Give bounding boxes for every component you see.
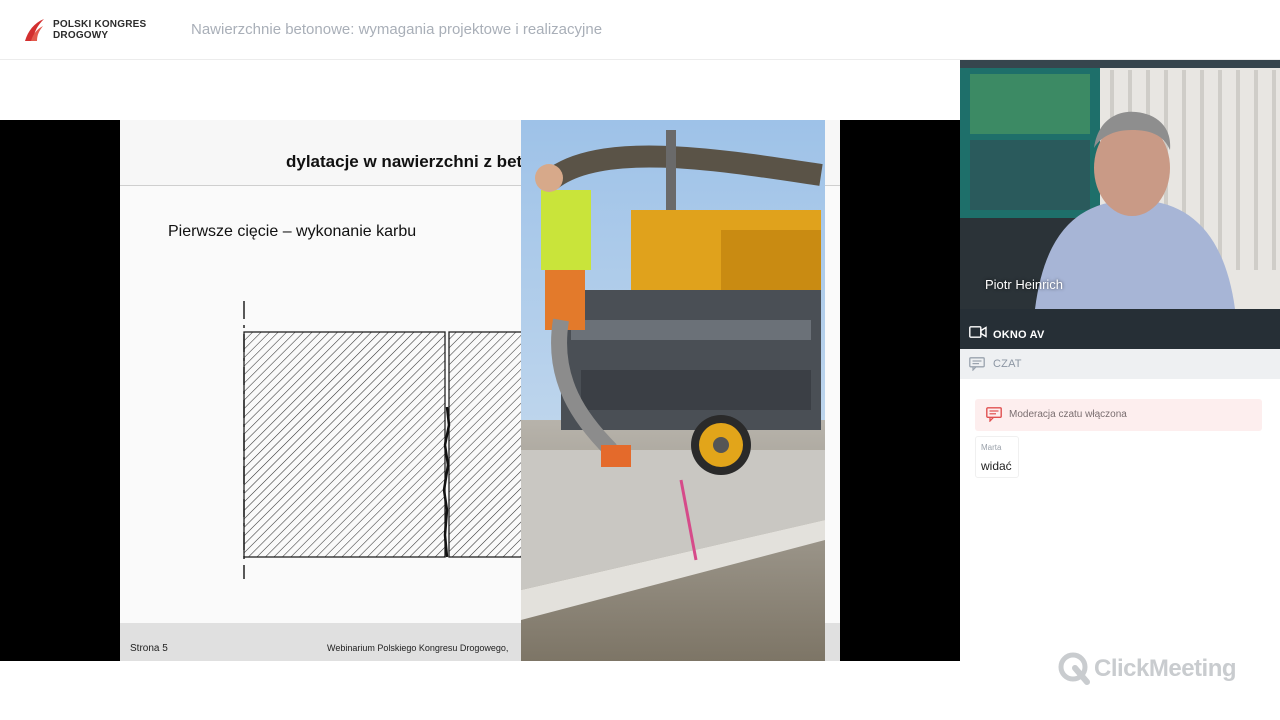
presentation-slide: dylatacje w nawierzchni z beto Pierwsze … xyxy=(120,120,840,661)
logo-line-2: DROGOWY xyxy=(53,30,109,41)
video-camera-icon xyxy=(969,326,987,338)
clickmeeting-wordmark: ClickMeeting xyxy=(1094,655,1237,682)
clickmeeting-branding: ClickMeeting xyxy=(1057,652,1257,686)
logo-text: POLSKI KONGRES DROGOWY xyxy=(53,19,146,41)
presentation-stage: dylatacje w nawierzchni z beto Pierwsze … xyxy=(0,120,960,661)
clickmeeting-logo-icon xyxy=(1058,652,1090,685)
page-title: Nawierzchnie betonowe: wymagania projekt… xyxy=(191,21,603,38)
chat-icon xyxy=(969,357,985,371)
moderation-banner: Moderacja czatu włączona xyxy=(975,399,1262,431)
slide-footer-org: Webinarium Polskiego Kongresu Drogowego, xyxy=(327,643,509,653)
pkd-logo-icon xyxy=(25,19,44,41)
joint-cut-diagram xyxy=(243,301,530,579)
chat-moderation-icon xyxy=(986,407,1002,422)
brand-logo[interactable]: POLSKI KONGRES DROGOWY xyxy=(22,16,152,46)
presenter-video-frame xyxy=(960,60,1280,309)
top-header: POLSKI KONGRES DROGOWY Nawierzchnie beto… xyxy=(0,0,1280,60)
chat-message: Marta widać xyxy=(975,436,1019,478)
side-panel: Piotr Heinrich OKNO AV CZAT Moderacja cz… xyxy=(960,60,1280,720)
logo-line-1: POLSKI KONGRES xyxy=(53,19,147,30)
slide-page-number: Strona 5 xyxy=(130,643,168,654)
slide-title: dylatacje w nawierzchni z beto xyxy=(286,152,533,171)
av-window-tab[interactable]: OKNO AV xyxy=(960,309,1280,349)
presenter-name: Piotr Heinrich xyxy=(985,277,1064,292)
cutting-machine-photo xyxy=(521,120,825,661)
moderation-notice: Moderacja czatu włączona xyxy=(1009,409,1127,420)
chat-tab[interactable]: CZAT xyxy=(960,349,1280,379)
slide-subtitle: Pierwsze cięcie – wykonanie karbu xyxy=(168,223,417,240)
av-window-label: OKNO AV xyxy=(993,329,1045,341)
presenter-video[interactable]: Piotr Heinrich xyxy=(960,60,1280,309)
chat-label: CZAT xyxy=(993,358,1022,370)
chat-message-author: Marta xyxy=(981,443,1002,452)
chat-message-text: widać xyxy=(981,459,1012,473)
